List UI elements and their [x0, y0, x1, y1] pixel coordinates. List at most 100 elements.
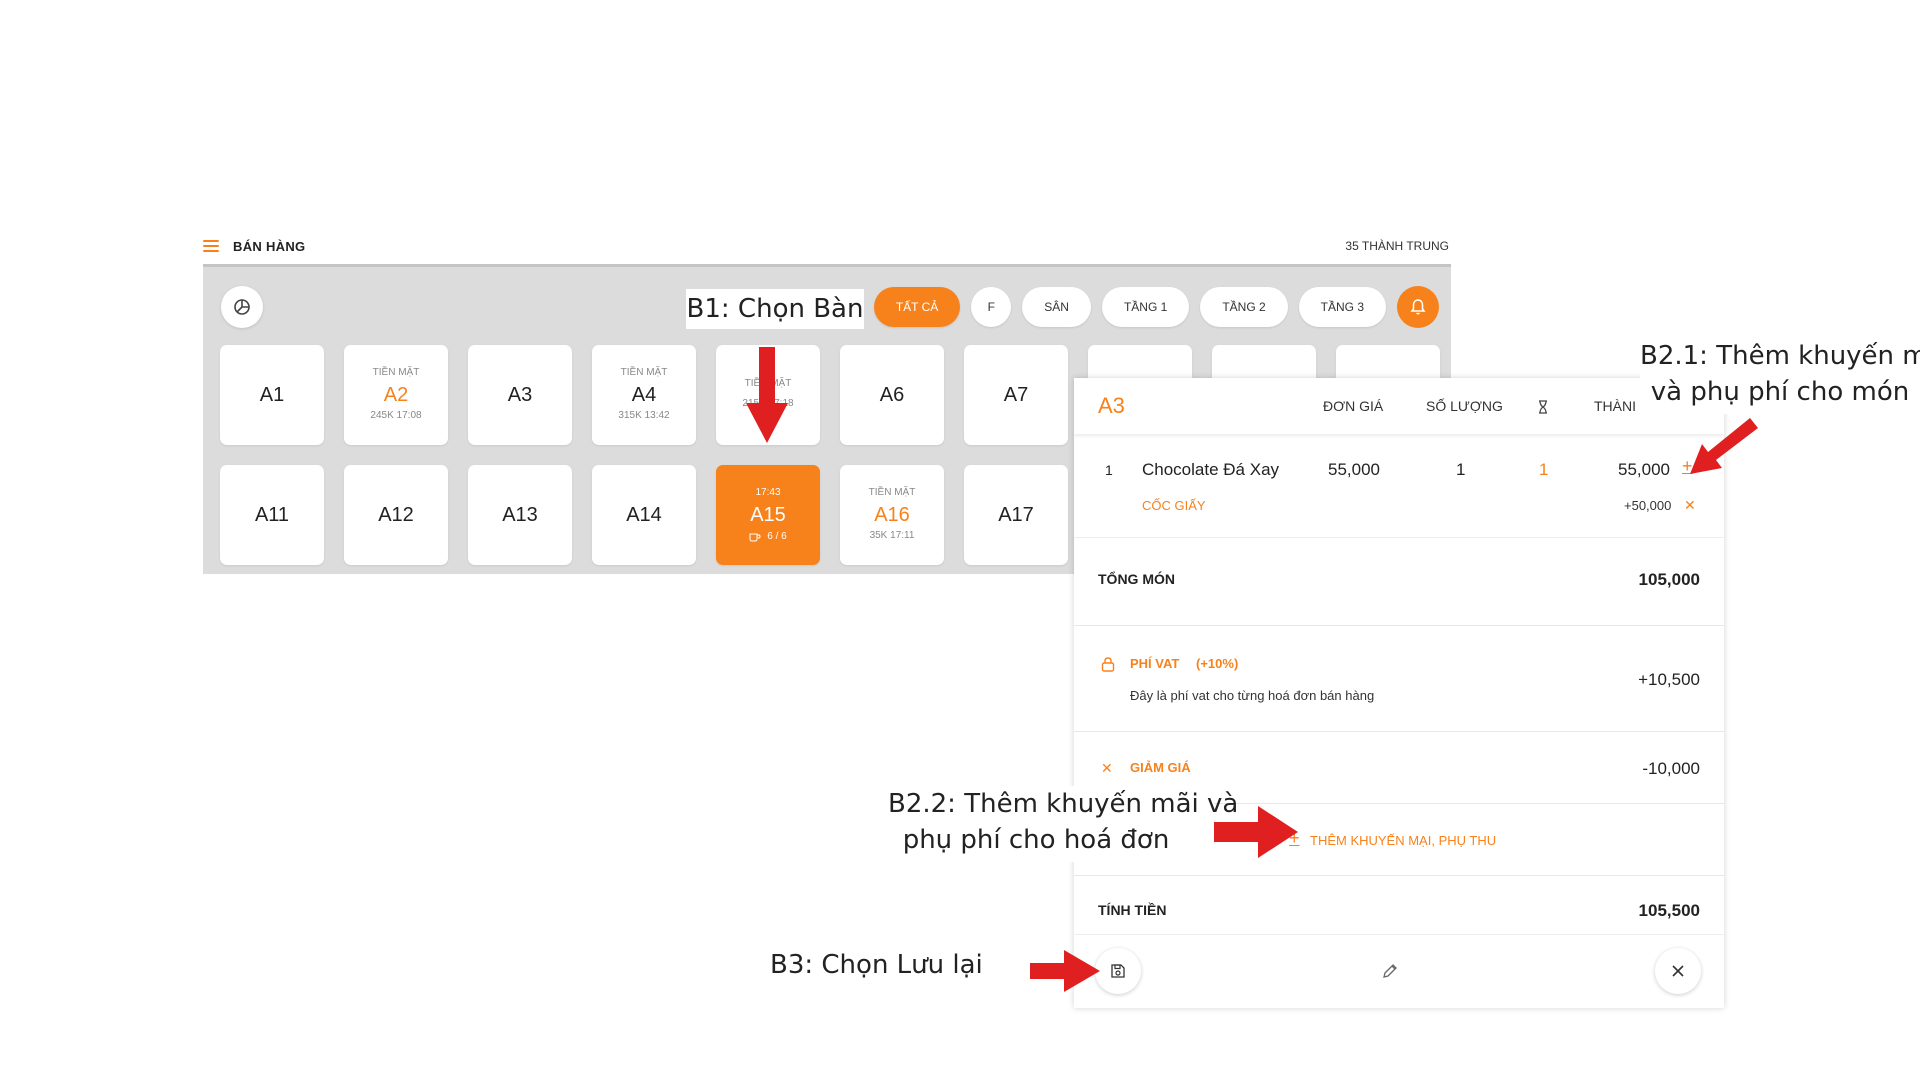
annotation-b2-2-line1: B2.2: Thêm khuyến mãi và — [888, 789, 1239, 819]
grand-total-row: TÍNH TIỀN 105,500 — [1074, 876, 1724, 934]
table-info: 315K 13:42 — [618, 409, 670, 421]
annotation-b2-1: B2.1: Thêm khuyến mãi và phụ phí cho món — [1640, 338, 1920, 414]
filter-floor-1[interactable]: TẦNG 1 — [1101, 287, 1190, 327]
table-time: 17:43 — [755, 486, 781, 498]
table-status: TIỀN MẶT — [372, 366, 420, 378]
close-icon — [1672, 965, 1684, 977]
table-card-a12[interactable]: A12 — [344, 465, 448, 565]
table-card-a3[interactable]: A3 — [468, 345, 572, 445]
annotation-b2-2-line2: phụ phí cho hoá đơn — [902, 825, 1170, 855]
menu-icon[interactable] — [203, 240, 219, 252]
table-info: 6 / 6 — [749, 530, 787, 544]
hourglass-icon — [1539, 400, 1547, 414]
filter-all[interactable]: TẤT CẢ — [873, 287, 961, 327]
table-status: TIỀN MẶT — [620, 366, 668, 378]
table-status: TIỀN MẶT — [868, 486, 916, 498]
item-name: Chocolate Đá Xay — [1142, 460, 1280, 479]
table-name: A12 — [378, 503, 414, 526]
item-price: 55,000 — [1328, 460, 1380, 479]
table-card-a17[interactable]: A17 — [964, 465, 1068, 565]
table-guest-count: 6 / 6 — [767, 531, 787, 542]
table-name: A3 — [507, 383, 533, 406]
subtotal-value: 105,000 — [1638, 570, 1700, 589]
arrow-right-icon — [1214, 806, 1298, 858]
table-name: A7 — [1003, 383, 1029, 406]
vat-description: Đây là phí vat cho từng hoá đơn bán hàng — [1130, 688, 1375, 703]
column-qty: SỐ LƯỢNG — [1426, 398, 1503, 414]
annotation-b2-1-line1: B2.1: Thêm khuyến mãi — [1640, 341, 1920, 371]
item-qty: 1 — [1456, 460, 1466, 479]
table-name: A15 — [750, 503, 786, 526]
arrow-right-icon — [1030, 950, 1100, 992]
filter-floor-3[interactable]: TẦNG 3 — [1298, 287, 1386, 327]
user-name[interactable]: 35 THÀNH TRUNG — [1345, 239, 1449, 253]
grand-total-value: 105,500 — [1638, 901, 1700, 920]
order-header: A3 ĐƠN GIÁ SỐ LƯỢNG THÀNI — [1074, 378, 1724, 434]
item-option: CỐC GIẤY — [1142, 498, 1206, 513]
header-left: BÁN HÀNG — [203, 239, 305, 254]
screen: BÁN HÀNG 35 THÀNH TRUNG TẤT CẢ F SÂN TẦN… — [0, 0, 1920, 1080]
item-index: 1 — [1105, 462, 1113, 478]
table-name: A13 — [502, 503, 538, 526]
close-button[interactable] — [1655, 948, 1701, 994]
edit-button[interactable] — [1376, 957, 1404, 985]
subtotal-row: TỔNG MÓN 105,000 — [1074, 538, 1724, 626]
grand-total-label: TÍNH TIỀN — [1098, 902, 1167, 918]
vat-label: PHÍ VAT — [1130, 656, 1180, 671]
filter-f[interactable]: F — [971, 287, 1012, 327]
table-name: A2 — [383, 383, 409, 406]
table-card-a7[interactable]: A7 — [964, 345, 1068, 445]
page-title: BÁN HÀNG — [233, 238, 306, 254]
app-header: BÁN HÀNG 35 THÀNH TRUNG — [203, 228, 1449, 264]
table-info: 245K 17:08 — [370, 409, 422, 421]
table-card-a15[interactable]: 17:43 A15 6 / 6 — [716, 465, 820, 565]
column-total: THÀNI — [1594, 398, 1636, 414]
pie-chart-icon — [234, 299, 250, 315]
discount-value: -10,000 — [1642, 759, 1700, 778]
order-footer — [1074, 934, 1724, 1008]
table-name: A1 — [259, 383, 285, 406]
table-card-a4[interactable]: TIỀN MẶT A4 315K 13:42 — [592, 345, 696, 445]
table-name: A14 — [626, 503, 662, 526]
cup-icon — [749, 533, 761, 541]
arrow-down-left-icon — [1690, 418, 1758, 474]
arrow-down-icon — [746, 347, 788, 443]
table-card-a13[interactable]: A13 — [468, 465, 572, 565]
vat-row[interactable]: PHÍ VAT (+10%) Đây là phí vat cho từng h… — [1074, 626, 1724, 732]
table-card-a6[interactable]: A6 — [840, 345, 944, 445]
item-waiting: 1 — [1539, 460, 1549, 479]
table-card-a14[interactable]: A14 — [592, 465, 696, 565]
item-amount: 55,000 — [1618, 460, 1670, 479]
table-card-a2[interactable]: TIỀN MẶT A2 245K 17:08 — [344, 345, 448, 445]
annotation-b3: B3: Chọn Lưu lại — [770, 947, 983, 983]
table-name: A17 — [998, 503, 1034, 526]
order-table-name: A3 — [1098, 393, 1125, 418]
annotation-b2-1-line2: và phụ phí cho món — [1650, 377, 1910, 407]
subtotal-label: TỔNG MÓN — [1098, 571, 1175, 587]
annotation-b2-2: B2.2: Thêm khuyến mãi và phụ phí cho hoá… — [888, 786, 1239, 862]
table-card-a11[interactable]: A11 — [220, 465, 324, 565]
pencil-icon — [1383, 964, 1397, 978]
table-name: A11 — [254, 503, 290, 526]
filter-san[interactable]: SÂN — [1022, 287, 1091, 327]
notification-button[interactable] — [1397, 286, 1439, 328]
table-name: A16 — [874, 503, 910, 526]
remove-discount-icon[interactable]: ✕ — [1101, 760, 1113, 777]
filter-floor-2[interactable]: TẦNG 2 — [1200, 287, 1288, 327]
report-button[interactable] — [221, 286, 263, 328]
annotation-b1: B1: Chọn Bàn — [686, 289, 864, 329]
table-card-a1[interactable]: A1 — [220, 345, 324, 445]
add-promo-button[interactable]: THÊM KHUYẾN MẠI, PHỤ THU — [1310, 833, 1496, 848]
vat-value: +10,500 — [1638, 670, 1700, 689]
order-item-row[interactable]: 1 Chocolate Đá Xay 55,000 1 1 55,000 + C… — [1074, 442, 1724, 538]
vat-rate: (+10%) — [1196, 656, 1239, 671]
filter-bar: TẤT CẢ F SÂN TẦNG 1 TẦNG 2 TẦNG 3 — [873, 286, 1439, 328]
save-button[interactable] — [1095, 948, 1141, 994]
table-name: A6 — [879, 383, 905, 406]
table-card-a16[interactable]: TIỀN MẶT A16 35K 17:11 — [840, 465, 944, 565]
bell-icon — [1410, 299, 1426, 315]
table-name: A4 — [631, 383, 657, 406]
table-info: 35K 17:11 — [869, 529, 915, 541]
column-price: ĐƠN GIÁ — [1323, 398, 1384, 414]
remove-surcharge-icon[interactable]: ✕ — [1684, 497, 1696, 514]
